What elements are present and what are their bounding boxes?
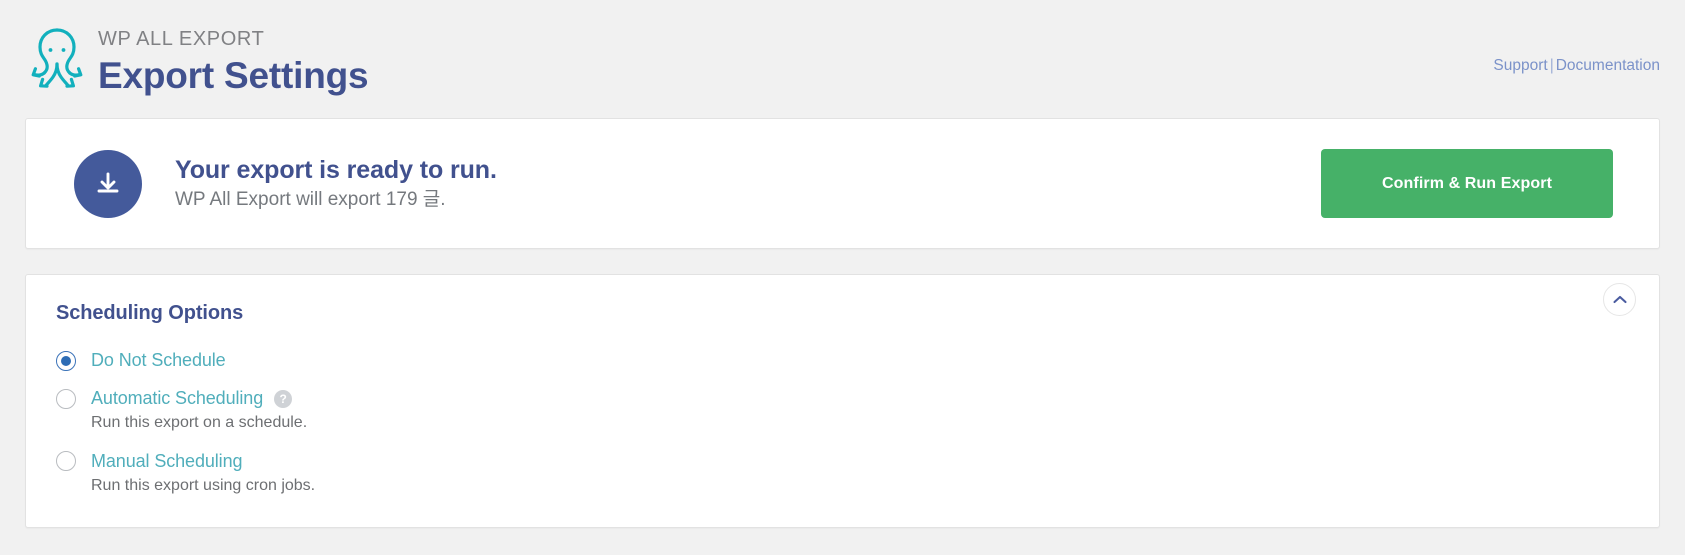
radio-manual-scheduling[interactable] [56, 451, 76, 472]
help-icon[interactable]: ? [274, 389, 293, 408]
brand: WP ALL EXPORT Export Settings [25, 20, 369, 96]
scheduling-option-do-not-schedule: Do Not Schedule [56, 350, 1629, 371]
radio-row[interactable]: Automatic Scheduling ? [56, 388, 1629, 409]
export-ready-subtitle: WP All Export will export 179 글. [175, 188, 446, 210]
radio-do-not-schedule[interactable] [56, 350, 76, 371]
support-link[interactable]: Support [1493, 57, 1547, 74]
download-icon [74, 149, 142, 218]
scheduling-option-automatic-scheduling: Automatic Scheduling ? Run this export o… [56, 388, 1629, 434]
export-ready-text: Your export is ready to run. WP All Expo… [175, 155, 1321, 213]
radio-description: Run this export on a schedule. [91, 414, 308, 431]
page-title: Export Settings [98, 55, 369, 96]
scheduling-options-title: Scheduling Options [56, 302, 244, 324]
radio-automatic-scheduling[interactable] [56, 388, 76, 409]
scheduling-options-panel: Scheduling Options Do Not Schedule Autom… [25, 274, 1660, 528]
brand-eyebrow: WP ALL EXPORT [98, 28, 265, 50]
link-separator: | [1549, 57, 1554, 74]
chevron-up-icon[interactable] [1603, 283, 1636, 316]
radio-label[interactable]: Automatic Scheduling [91, 388, 263, 409]
page-header: WP ALL EXPORT Export Settings Support | Do… [0, 0, 1685, 118]
octopus-logo-icon [25, 24, 89, 96]
radio-label[interactable]: Do Not Schedule [91, 350, 226, 371]
brand-text: WP ALL EXPORT Export Settings [98, 20, 369, 96]
radio-label[interactable]: Manual Scheduling [91, 451, 243, 472]
radio-description: Run this export using cron jobs. [91, 476, 316, 494]
header-links: Support | Documentation [1493, 57, 1660, 75]
radio-row[interactable]: Do Not Schedule [56, 350, 1629, 371]
radio-row[interactable]: Manual Scheduling [56, 451, 1629, 472]
confirm-run-export-button[interactable]: Confirm & Run Export [1321, 149, 1613, 218]
export-ready-panel: Your export is ready to run. WP All Expo… [25, 118, 1660, 249]
scheduling-option-manual-scheduling: Manual Scheduling Run this export using … [56, 451, 1629, 497]
export-ready-title: Your export is ready to run. [175, 155, 497, 184]
documentation-link[interactable]: Documentation [1556, 57, 1660, 74]
